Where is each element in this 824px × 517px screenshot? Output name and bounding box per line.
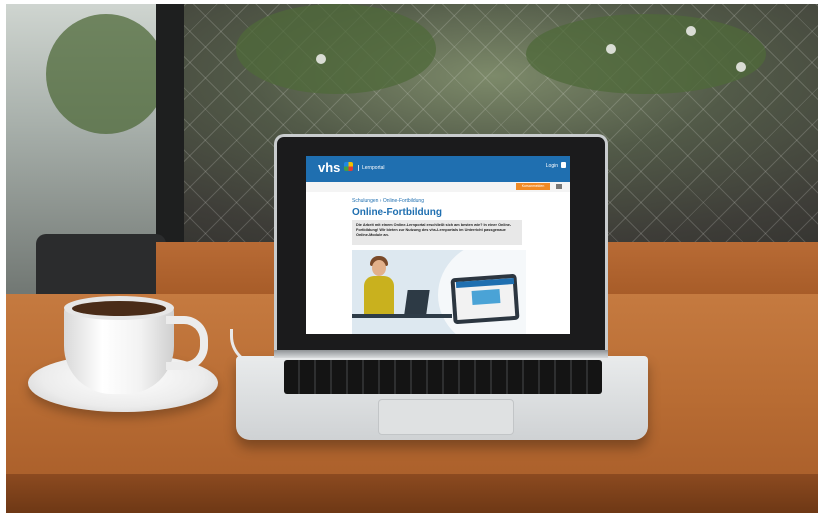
flower	[736, 62, 746, 72]
plant	[236, 4, 436, 94]
login-link[interactable]: Login	[546, 163, 558, 169]
lock-icon[interactable]	[561, 162, 566, 168]
print-icon[interactable]	[556, 184, 562, 189]
laptop-screen: vhs Lernportal Login Kursanmelden Schulu…	[306, 156, 570, 334]
person-body	[364, 276, 394, 316]
plant	[46, 14, 166, 134]
laptop-hinge	[274, 350, 608, 358]
vhs-logo-mark	[344, 162, 353, 171]
plant	[526, 14, 766, 94]
vhs-logo[interactable]: vhs	[318, 160, 340, 175]
laptop-keyboard	[284, 360, 602, 394]
portal-label: Lernportal	[358, 165, 385, 171]
laptop-trackpad	[378, 399, 514, 435]
illustration-desk	[352, 314, 452, 318]
illustration	[352, 250, 526, 334]
intro-text: Die Arbeit mit einem Online-Lernportal e…	[352, 220, 522, 245]
flower	[606, 44, 616, 54]
page-title: Online-Fortbildung	[352, 207, 442, 218]
person-head	[372, 260, 386, 276]
illustration-laptop	[404, 290, 430, 314]
flower	[316, 54, 326, 64]
enroll-button[interactable]: Kursanmelden	[516, 183, 550, 190]
table-edge	[6, 474, 818, 513]
coffee	[72, 301, 166, 316]
flower	[686, 26, 696, 36]
cup-handle	[166, 316, 208, 370]
photo-scene: vhs Lernportal Login Kursanmelden Schulu…	[6, 4, 818, 513]
breadcrumb[interactable]: Schulungen › Online-Fortbildung	[352, 198, 424, 204]
tablet-image	[471, 289, 501, 305]
